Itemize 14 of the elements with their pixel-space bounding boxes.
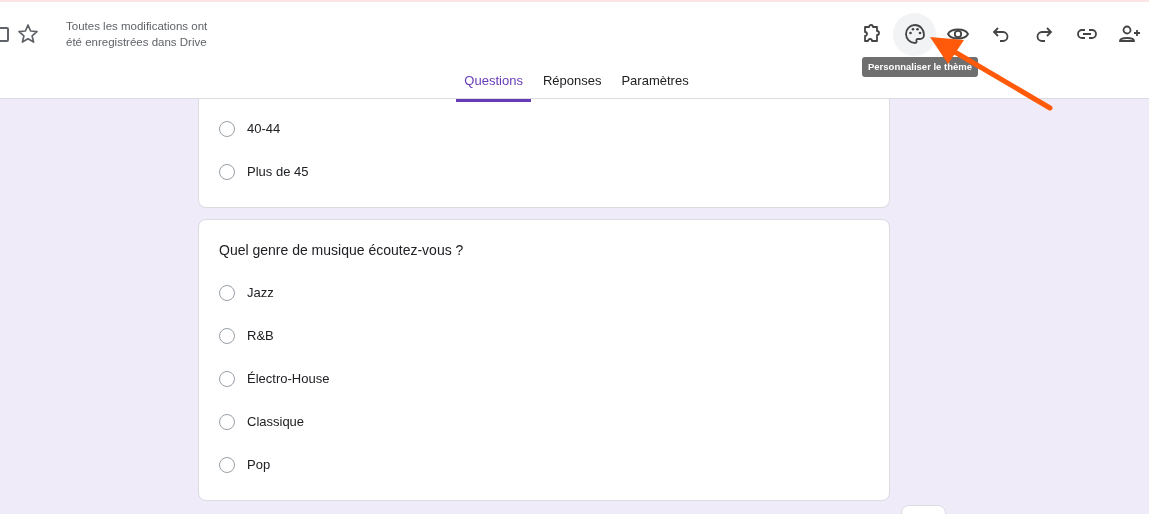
option-label: Pop (247, 455, 271, 474)
tab[interactable]: Paramètres (613, 66, 697, 102)
tab[interactable]: Réponses (534, 66, 610, 102)
tooltip: Personnaliser le thème (862, 57, 979, 78)
star-icon[interactable] (16, 22, 40, 46)
save-status-text: Toutes les modifications ont été enregistrées dans Drive (66, 19, 209, 50)
option-label: R&B (247, 326, 274, 345)
palette-icon[interactable] (893, 12, 936, 56)
option-label: Jazz (247, 283, 274, 302)
option-label: Électro-House (247, 369, 330, 388)
option-label: Plus de 45 (247, 162, 309, 181)
option-label: Classique (247, 412, 305, 431)
question-title: Quel genre de musique écoutez-vous ? (219, 241, 465, 260)
option-label: 40-44 (247, 119, 281, 138)
